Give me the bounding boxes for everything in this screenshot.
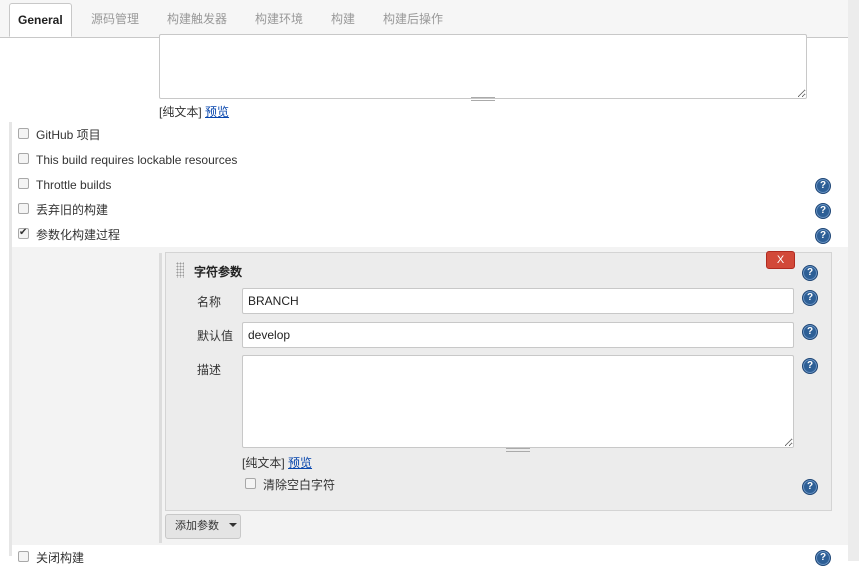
trim-whitespace-option[interactable]: 清除空白字符 [245, 476, 335, 494]
help-icon[interactable]: ? [815, 203, 831, 219]
drag-handle-icon[interactable] [176, 262, 184, 278]
parameter-type-title: 字符参数 [194, 265, 243, 279]
default-value-label: 默认值 [197, 329, 234, 343]
parameter-name-input[interactable] [242, 288, 794, 314]
parameters-left-border [159, 253, 162, 543]
option-label: Throttle builds [36, 178, 112, 192]
help-icon[interactable]: ? [802, 290, 818, 306]
option-lockable-resources[interactable]: This build requires lockable resources [18, 151, 237, 169]
tab-post-build[interactable]: 构建后操作 [383, 6, 443, 36]
add-parameter-label: 添加参数 [175, 520, 219, 532]
github-project-checkbox[interactable] [18, 128, 29, 140]
tab-general[interactable]: General [9, 3, 72, 37]
help-icon[interactable]: ? [815, 178, 831, 194]
option-label: This build requires lockable resources [36, 153, 238, 167]
resize-grip[interactable] [471, 97, 495, 101]
default-value-input[interactable] [242, 322, 794, 348]
lockable-resources-checkbox[interactable] [18, 153, 29, 165]
option-label: 关闭构建 [36, 551, 85, 565]
option-label: GitHub 项目 [36, 128, 101, 142]
help-icon[interactable]: ? [802, 358, 818, 374]
discard-old-builds-checkbox[interactable] [18, 203, 29, 215]
delete-parameter-button[interactable]: X [766, 251, 795, 269]
plain-text-label: [纯文本] [159, 105, 202, 119]
name-label: 名称 [197, 295, 222, 309]
option-label: 丢弃旧的构建 [36, 203, 109, 217]
option-parameterized-build[interactable]: 参数化构建过程 [18, 224, 121, 244]
parameterized-build-checkbox[interactable] [18, 224, 29, 242]
tab-build[interactable]: 构建 [331, 6, 355, 36]
add-parameter-button[interactable]: 添加参数 [165, 514, 241, 539]
help-icon[interactable]: ? [802, 324, 818, 340]
config-tab-bar: General 源码管理 构建触发器 构建环境 构建 构建后操作 [0, 0, 848, 38]
tab-build-triggers[interactable]: 构建触发器 [167, 6, 227, 36]
trim-whitespace-label: 清除空白字符 [263, 478, 336, 492]
option-discard-old-builds[interactable]: 丢弃旧的构建 [18, 201, 108, 219]
parameter-description-format: [纯文本] 预览 [242, 454, 312, 471]
option-disable-build[interactable]: 关闭构建 [18, 549, 84, 567]
description-format: [纯文本] 预览 [159, 103, 229, 120]
option-throttle-builds[interactable]: Throttle builds [18, 176, 111, 194]
preview-link[interactable]: 预览 [205, 105, 229, 119]
trim-whitespace-checkbox[interactable] [245, 478, 256, 490]
preview-link[interactable]: 预览 [288, 456, 312, 470]
help-icon[interactable]: ? [802, 479, 818, 495]
project-description-textarea[interactable] [159, 34, 807, 99]
right-scroll-gutter [848, 0, 859, 561]
tab-source-code[interactable]: 源码管理 [91, 6, 139, 36]
tab-build-environment[interactable]: 构建环境 [255, 6, 303, 36]
description-label: 描述 [197, 363, 222, 377]
help-icon[interactable]: ? [815, 228, 831, 244]
throttle-builds-checkbox[interactable] [18, 178, 29, 190]
resize-grip[interactable] [506, 448, 530, 452]
parameter-description-textarea[interactable] [242, 355, 794, 448]
option-github-project[interactable]: GitHub 项目 [18, 126, 101, 144]
chevron-down-icon [229, 523, 237, 528]
help-icon[interactable]: ? [815, 550, 831, 566]
plain-text-label: [纯文本] [242, 456, 285, 470]
help-icon[interactable]: ? [802, 265, 818, 281]
option-label: 参数化构建过程 [36, 228, 121, 242]
